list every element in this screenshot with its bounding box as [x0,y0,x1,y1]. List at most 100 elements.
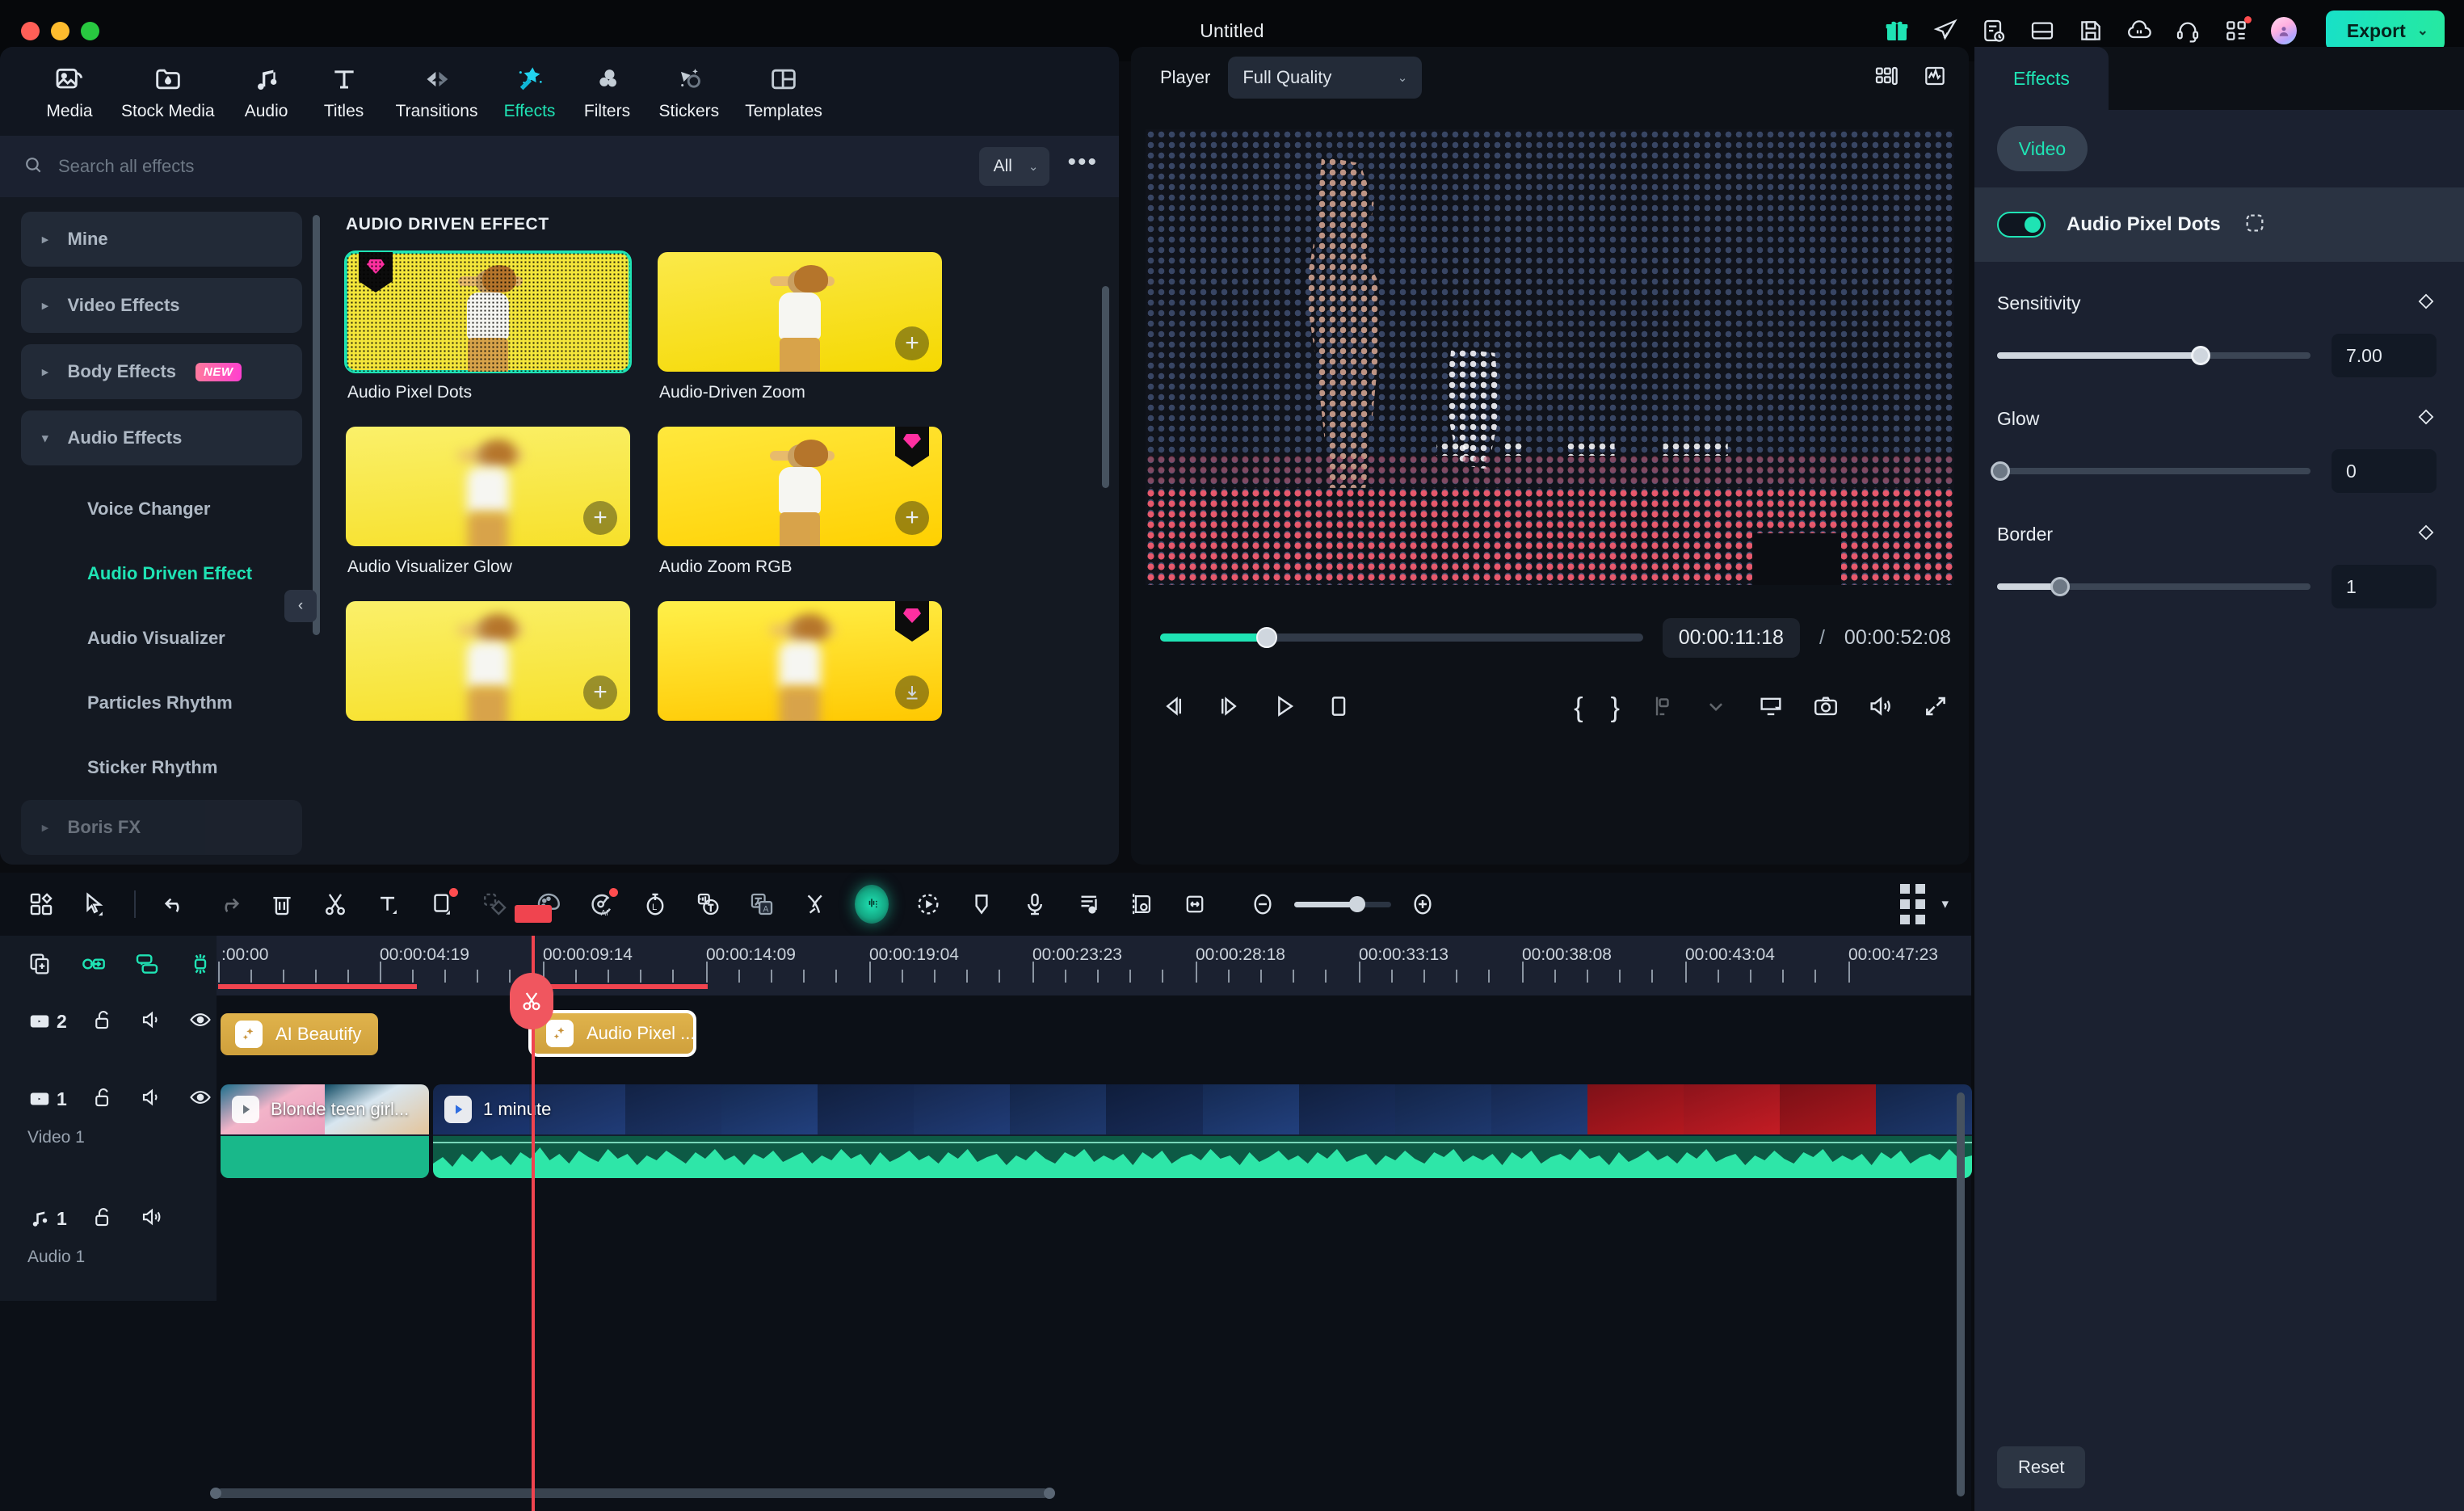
seek-handle[interactable] [1255,627,1277,648]
play-icon[interactable] [1270,692,1297,724]
subcategory-voice-changer[interactable]: Voice Changer [21,477,302,541]
translate-icon[interactable]: A [748,890,776,918]
speech-to-text-icon[interactable] [695,890,722,918]
playhead-handle[interactable] [515,905,552,923]
timeline-vertical-scrollbar[interactable] [1957,1092,1965,1496]
select-cursor-icon[interactable] [81,890,108,918]
download-effect-button[interactable] [895,676,929,709]
task-list-clock-icon[interactable] [1980,17,2008,44]
link-clip-icon[interactable] [81,951,107,981]
sensitivity-slider[interactable] [1997,346,2311,365]
effect-enable-toggle[interactable] [1997,212,2046,238]
category-scrollbar[interactable] [313,215,320,635]
zoom-out-icon[interactable] [1249,890,1276,918]
slider-handle[interactable] [2191,346,2211,365]
eye-icon[interactable] [188,1085,212,1113]
effect-thumbnail[interactable]: + [346,427,630,546]
subcategory-sticker-rhythm[interactable]: Sticker Rhythm [21,735,302,800]
keyframe-diamond-icon[interactable] [2416,522,2437,547]
duplicate-icon[interactable] [27,951,53,981]
zoom-handle[interactable] [1349,896,1365,912]
audio-mixer-icon[interactable] [1074,890,1102,918]
keyframe-diamond-icon[interactable] [2416,406,2437,431]
more-options-button[interactable]: ••• [1067,150,1098,183]
subcategory-particles-rhythm[interactable]: Particles Rhythm [21,671,302,735]
redo-icon[interactable] [215,890,242,918]
add-effect-button[interactable]: + [583,676,617,709]
scroll-cap-left[interactable] [210,1488,221,1499]
split-scissors-icon[interactable] [322,890,349,918]
prev-frame-icon[interactable] [1160,692,1188,724]
motion-tracking-icon[interactable] [915,890,942,918]
category-boris-fx[interactable]: ▸ Boris FX [21,800,302,855]
effect-card-row3-right[interactable] [658,601,942,721]
effects-filter-select[interactable]: All ⌄ [978,147,1050,186]
tab-transitions[interactable]: Transitions [383,58,491,121]
chevron-down-icon[interactable] [1702,692,1730,724]
tab-templates[interactable]: Templates [732,58,835,121]
tab-filters[interactable]: Filters [569,58,646,121]
effect-card-audio-pixel-dots[interactable]: Audio Pixel Dots [344,250,632,419]
speaker-icon[interactable] [140,1205,164,1233]
glow-value[interactable]: 0 [2332,449,2437,493]
apps-diamond-icon[interactable] [27,890,55,918]
slider-handle[interactable] [1990,461,2010,481]
save-icon[interactable] [2077,17,2104,44]
clip-audio-pixel-dots[interactable]: Audio Pixel ... [528,1010,696,1057]
tab-stock-media[interactable]: Stock Media [108,58,228,121]
border-value[interactable]: 1 [2332,565,2437,608]
rocket-send-icon[interactable] [1932,17,1959,44]
apps-grid-icon[interactable] [2222,16,2252,44]
category-video-effects[interactable]: ▸ Video Effects [21,278,302,333]
speed-ramp-icon[interactable]: L [641,890,669,918]
detach-audio-icon[interactable] [801,890,829,918]
snapshot-camera-icon[interactable] [1812,692,1840,724]
next-frame-icon[interactable] [1215,692,1243,724]
add-effect-button[interactable]: + [895,501,929,535]
effects-grid-scrollbar[interactable] [1102,286,1109,488]
current-timecode[interactable]: 00:00:11:18 [1662,617,1800,658]
tab-titles[interactable]: Titles [305,58,383,121]
add-effect-button[interactable]: + [895,326,929,360]
layout-panel-icon[interactable] [2029,17,2056,44]
stop-icon[interactable] [1325,692,1352,724]
mask-icon[interactable] [481,890,509,918]
chevron-down-icon[interactable]: ⌄ [2417,23,2428,39]
fullscreen-icon[interactable] [1922,692,1949,724]
timeline-ruler[interactable]: :00:00 00:00:04:19 00:00:09:14 00:00:14:… [217,936,1971,995]
subcategory-audio-driven-effect[interactable]: Audio Driven Effect [21,541,302,606]
volume-icon[interactable] [1867,692,1894,724]
effect-thumbnail[interactable]: + [658,427,942,546]
split-view-icon[interactable] [1873,63,1899,93]
split-clip-button[interactable] [510,973,553,1029]
avatar[interactable] [2270,17,2297,44]
collapse-sidebar-button[interactable]: ‹ [284,590,317,622]
unlock-icon[interactable] [91,1008,116,1036]
effect-card-audio-visualizer-glow[interactable]: + Audio Visualizer Glow [346,427,630,593]
speaker-icon[interactable] [140,1085,164,1113]
add-effect-button[interactable]: + [583,501,617,535]
marker-pin-icon[interactable] [968,890,995,918]
effect-thumbnail[interactable]: + [346,601,630,721]
category-mine[interactable]: ▸ Mine [21,212,302,267]
marker-icon[interactable] [1647,692,1675,724]
audio-waveform-graph-icon[interactable] [1922,63,1948,93]
add-text-icon[interactable] [375,890,402,918]
scroll-cap-right[interactable] [1044,1488,1055,1499]
unlock-icon[interactable] [91,1205,116,1233]
category-audio-effects[interactable]: ▾ Audio Effects [21,410,302,465]
fit-width-icon[interactable] [1181,890,1209,918]
effect-thumbnail[interactable]: + [658,252,942,372]
group-clips-icon[interactable] [134,951,160,981]
effect-card-audio-driven-zoom[interactable]: + Audio-Driven Zoom [658,252,942,419]
chip-video[interactable]: Video [1997,126,2088,171]
delete-trash-icon[interactable] [268,890,296,918]
quality-select[interactable]: Full Quality ⌄ [1228,57,1423,99]
keyframe-diamond-icon[interactable] [2416,291,2437,316]
chevron-down-icon[interactable]: ▾ [1941,896,1949,912]
seek-slider[interactable] [1160,627,1643,648]
clip-ai-beautify[interactable]: AI Beautify [221,1013,378,1055]
voiceover-mic-icon[interactable] [1021,890,1049,918]
headset-support-icon[interactable] [2174,17,2201,44]
subcategory-audio-visualizer[interactable]: Audio Visualizer [21,606,302,671]
